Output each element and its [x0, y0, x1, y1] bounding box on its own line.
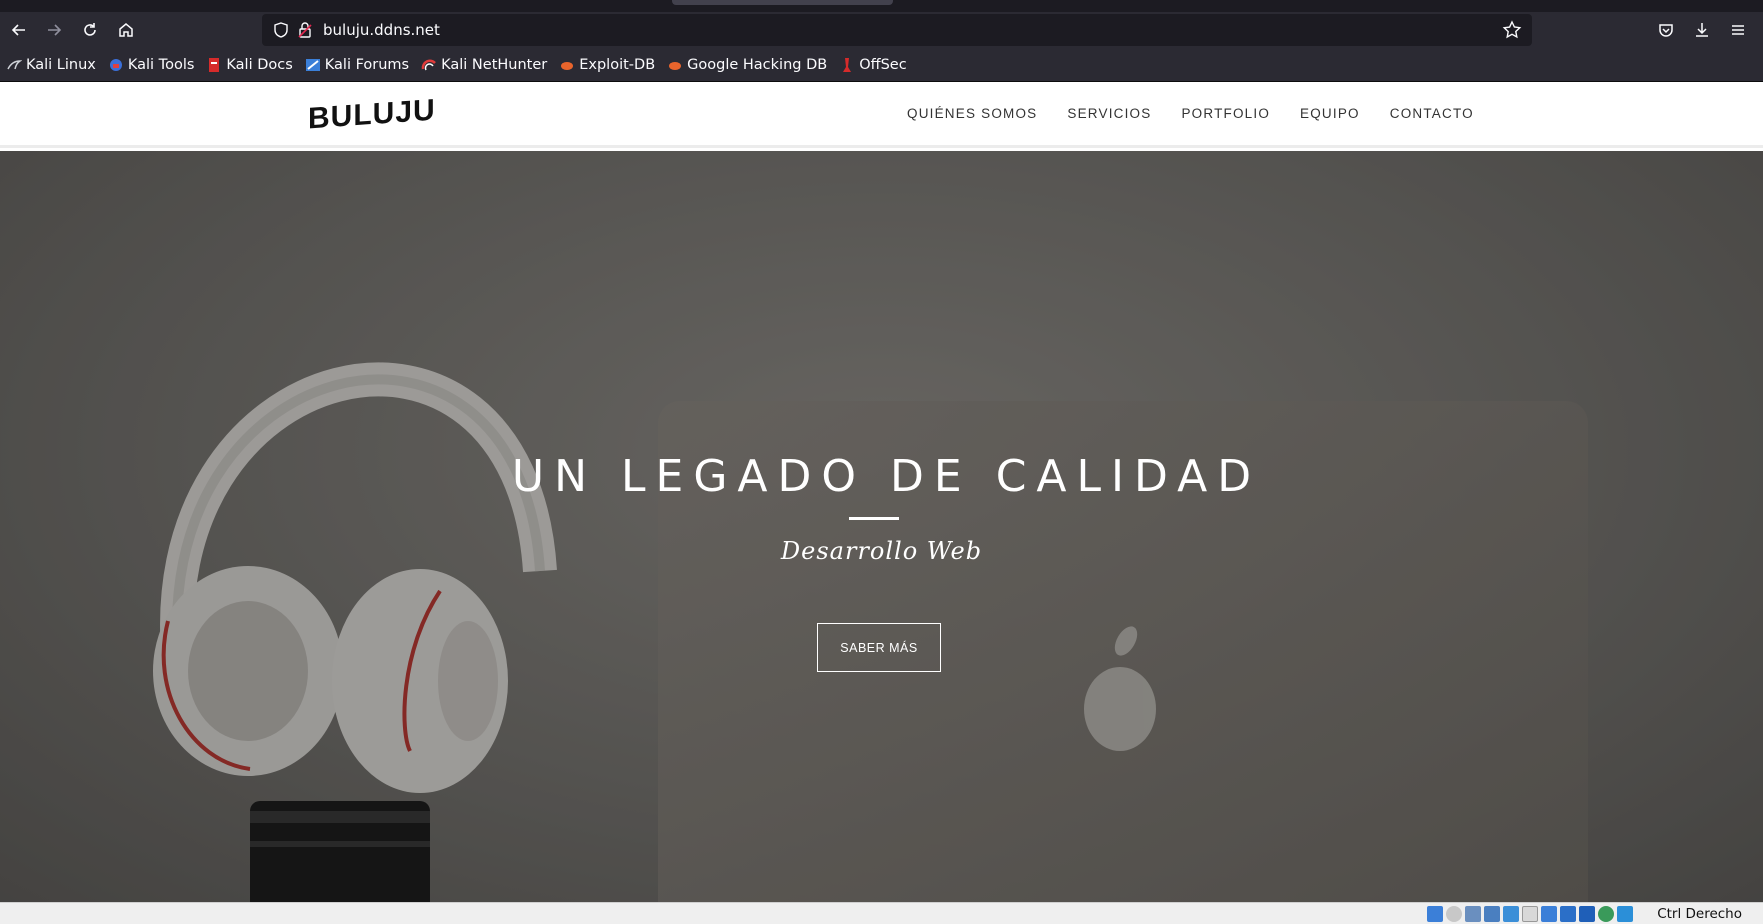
- bookmark-kali-forums[interactable]: Kali Forums: [305, 57, 409, 73]
- hard-disk-icon[interactable]: [1427, 906, 1443, 922]
- vt-x-icon[interactable]: [1579, 906, 1595, 922]
- offsec-icon: [839, 57, 855, 73]
- bookmark-kali-linux[interactable]: Kali Linux: [6, 57, 96, 73]
- exploit-db-icon: [559, 57, 575, 73]
- bookmark-google-hacking-db[interactable]: Google Hacking DB: [667, 57, 827, 73]
- bookmark-kali-tools[interactable]: Kali Tools: [108, 56, 195, 73]
- bookmark-exploit-db[interactable]: Exploit-DB: [559, 57, 655, 73]
- bookmark-label: Kali Linux: [26, 56, 96, 73]
- url-text[interactable]: buluju.ddns.net: [323, 21, 440, 39]
- site-header: BULUJU QUIÉNES SOMOS SERVICIOS PORTFOLIO…: [0, 82, 1763, 148]
- bookmark-label: OffSec: [859, 56, 907, 73]
- saber-mas-button[interactable]: SABER MÁS: [817, 623, 941, 672]
- kali-docs-icon: [206, 57, 222, 73]
- usb-icon[interactable]: [1503, 906, 1519, 922]
- site-logo[interactable]: BULUJU: [308, 94, 436, 137]
- kali-dragon-icon: [6, 57, 22, 73]
- hero-title: UN LEGADO DE CALIDAD: [511, 451, 1262, 502]
- nav-link-equipo[interactable]: EQUIPO: [1300, 106, 1360, 121]
- bookmark-kali-docs[interactable]: Kali Docs: [206, 56, 293, 73]
- host-key-label: Ctrl Derecho: [1657, 906, 1742, 922]
- audio-icon[interactable]: [1465, 906, 1481, 922]
- pocket-icon: [1659, 24, 1673, 37]
- back-arrow-icon: [11, 24, 25, 36]
- bookmark-label: Kali NetHunter: [441, 56, 548, 73]
- nav-link-contacto[interactable]: CONTACTO: [1390, 106, 1474, 121]
- insecure-lock-icon[interactable]: [296, 21, 314, 39]
- hero-background-photo: [0, 151, 1763, 902]
- home-button[interactable]: [111, 15, 141, 45]
- reload-button[interactable]: [75, 15, 105, 45]
- bookmark-label: Google Hacking DB: [687, 56, 828, 73]
- recording-icon[interactable]: [1560, 906, 1576, 922]
- url-bar[interactable]: buluju.ddns.net: [262, 14, 1532, 46]
- forward-button[interactable]: [39, 15, 69, 45]
- download-icon: [1696, 23, 1708, 37]
- bookmark-kali-nethunter[interactable]: Kali NetHunter: [421, 57, 547, 73]
- hero-subtitle: Desarrollo Web: [780, 537, 983, 565]
- optical-drive-icon[interactable]: [1446, 906, 1462, 922]
- hamburger-menu-icon: [1732, 25, 1744, 35]
- web-page: BULUJU QUIÉNES SOMOS SERVICIOS PORTFOLIO…: [0, 82, 1763, 902]
- site-navigation: QUIÉNES SOMOS SERVICIOS PORTFOLIO EQUIPO…: [907, 106, 1504, 121]
- virtualbox-status-bar: Ctrl Derecho: [0, 902, 1763, 924]
- mouse-integration-icon[interactable]: [1617, 906, 1633, 922]
- ghdb-icon: [667, 57, 683, 73]
- hero-divider: [849, 517, 899, 520]
- bookmark-label: Kali Forums: [324, 56, 410, 73]
- tab-strip: [0, 0, 1763, 12]
- bookmarks-toolbar: Kali Linux Kali Tools Kali Docs Kali For…: [0, 48, 1763, 82]
- reload-icon: [84, 23, 96, 36]
- kali-forums-icon: [305, 57, 321, 73]
- nav-link-servicios[interactable]: SERVICIOS: [1067, 106, 1151, 121]
- active-tab[interactable]: [672, 0, 893, 5]
- guest-additions-icon[interactable]: [1598, 906, 1614, 922]
- pocket-button[interactable]: [1651, 15, 1681, 45]
- vbox-device-icons: [1424, 906, 1633, 922]
- home-icon: [119, 23, 133, 37]
- tracking-shield-icon[interactable]: [272, 21, 290, 39]
- forward-arrow-icon: [48, 24, 62, 36]
- bookmark-label: Kali Tools: [127, 56, 195, 73]
- bookmark-star-icon[interactable]: [1502, 20, 1522, 40]
- display-icon[interactable]: [1541, 906, 1557, 922]
- shared-folders-icon[interactable]: [1522, 906, 1538, 922]
- nethunter-icon: [421, 57, 437, 73]
- nav-link-quienes-somos[interactable]: QUIÉNES SOMOS: [907, 106, 1037, 121]
- navigation-toolbar: buluju.ddns.net: [0, 12, 1763, 48]
- bookmark-label: Kali Docs: [226, 56, 293, 73]
- bookmark-label: Exploit-DB: [579, 56, 656, 73]
- hero-section: UN LEGADO DE CALIDAD Desarrollo Web SABE…: [0, 151, 1763, 902]
- bookmark-offsec[interactable]: OffSec: [839, 57, 907, 73]
- kali-tools-icon: [108, 57, 124, 73]
- downloads-button[interactable]: [1687, 15, 1717, 45]
- app-menu-button[interactable]: [1723, 15, 1753, 45]
- nav-link-portfolio[interactable]: PORTFOLIO: [1181, 106, 1270, 121]
- back-button[interactable]: [4, 15, 34, 45]
- network-icon[interactable]: [1484, 906, 1500, 922]
